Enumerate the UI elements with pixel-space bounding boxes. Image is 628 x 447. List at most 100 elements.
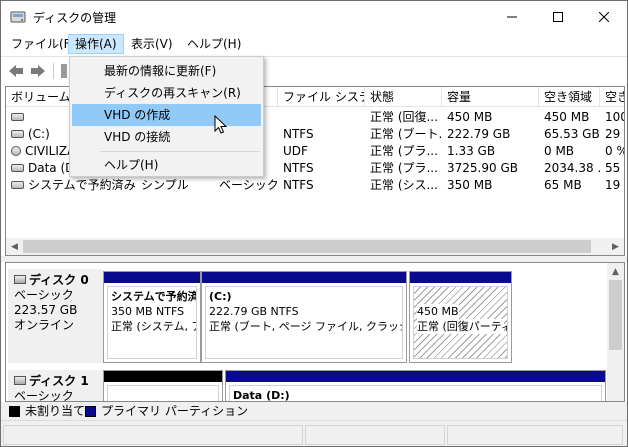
partition-recovery[interactable]: 450 MB 正常 (回復パーティ [409, 271, 512, 363]
volume-icon [11, 112, 24, 121]
partition-system-reserved[interactable]: システムで予約済 350 MB NTFS 正常 (システム, ア [103, 271, 201, 363]
volume-name: システムで予約済み [28, 178, 136, 192]
volume-status: 正常 (プラ... [370, 161, 438, 175]
column-header-free-space[interactable]: 空き領域 [539, 87, 600, 107]
vertical-scrollbar[interactable]: ▲ [607, 263, 624, 401]
partition-unallocated[interactable] [103, 370, 223, 401]
volume-free-pct: 29 % [605, 127, 624, 141]
partition-detail: 350 MB NTFS [111, 305, 185, 318]
volume-icon [11, 163, 24, 172]
menu-action[interactable]: 操作(A) [68, 34, 124, 54]
menu-rescan-disks[interactable]: ディスクの再スキャン(R) [72, 82, 261, 104]
menu-help[interactable]: ヘルプ(H) [181, 34, 247, 54]
close-button[interactable] [581, 1, 627, 32]
volume-name: (C:) [28, 127, 50, 141]
volume-capacity: 1.33 GB [447, 144, 496, 158]
action-menu-dropdown: 最新の情報に更新(F) ディスクの再スキャン(R) VHD の作成 VHD の接… [69, 56, 264, 177]
volume-status: 正常 (ブート... [370, 127, 442, 141]
disk-icon [14, 376, 26, 385]
menu-refresh[interactable]: 最新の情報に更新(F) [72, 60, 261, 82]
disk-size: 223.57 GB [14, 303, 78, 317]
volume-free-pct: 55 % [605, 161, 624, 175]
disk-kind: ベーシック [14, 389, 74, 402]
toolbar-properties-icon[interactable] [61, 64, 67, 78]
volume-capacity: 3725.90 GB [447, 161, 518, 175]
primary-partition-bar [202, 272, 406, 283]
scroll-left-icon[interactable]: ◀ [6, 238, 23, 255]
menu-view[interactable]: 表示(V) [125, 34, 179, 54]
volume-free: 2034.38 ... [544, 161, 600, 175]
status-pane [447, 425, 623, 445]
volume-free: 0 MB [544, 144, 575, 158]
partition-detail: 222.79 GB NTFS [209, 305, 299, 318]
forward-button[interactable] [29, 63, 47, 79]
scrollbar-thumb[interactable] [23, 240, 591, 253]
column-header-free-pct[interactable]: 空き [600, 87, 624, 107]
partition-c-drive[interactable]: (C:) 222.79 GB NTFS 正常 (ブート, ページ ファイル, ク… [201, 271, 407, 363]
volume-row[interactable]: システムで予約済み シンプル ベーシック NTFS 正常 (シス... 350 … [6, 176, 624, 194]
menu-create-vhd[interactable]: VHD の作成 [72, 104, 261, 126]
close-icon [599, 11, 609, 22]
maximize-icon [553, 11, 563, 22]
legend-unallocated-label: 未割り当て [25, 404, 86, 418]
mouse-cursor-icon [214, 115, 228, 134]
back-arrow-icon [9, 65, 23, 77]
forward-arrow-icon [31, 65, 45, 77]
legend-primary-label: プライマリ パーティション [101, 404, 249, 418]
disk-management-icon [10, 10, 26, 24]
volume-icon [11, 180, 24, 189]
disk-map-panel[interactable]: ディスク 0 ベーシック 223.57 GB オンライン システムで予約済 35… [5, 262, 625, 402]
column-header-capacity[interactable]: 容量 [442, 87, 539, 107]
volume-capacity: 222.79 GB [447, 127, 511, 141]
minimize-button[interactable] [489, 1, 535, 32]
maximize-button[interactable] [535, 1, 581, 32]
volume-status: 正常 (プラ... [370, 144, 438, 158]
primary-partition-bar [104, 272, 200, 283]
column-header-status[interactable]: 状態 [365, 87, 442, 107]
window-title: ディスクの管理 [33, 11, 117, 25]
disk-name: ディスク 0 [29, 273, 89, 287]
status-pane [305, 425, 445, 445]
volume-filesystem: UDF [283, 144, 308, 158]
disk-0-label[interactable]: ディスク 0 ベーシック 223.57 GB オンライン [8, 269, 103, 363]
status-bar [1, 420, 627, 446]
menu-bar: ファイル(F) 操作(A) 表示(V) ヘルプ(H) [1, 32, 627, 56]
scroll-right-icon[interactable]: ▶ [607, 238, 624, 255]
volume-filesystem: NTFS [283, 178, 314, 192]
horizontal-scrollbar[interactable]: ◀ ▶ [6, 238, 624, 255]
primary-partition-bar [410, 272, 511, 283]
toolbar-separator [53, 63, 54, 79]
status-pane [3, 425, 303, 445]
volume-filesystem: NTFS [283, 127, 314, 141]
volume-capacity: 450 MB [447, 110, 493, 124]
scroll-up-icon[interactable]: ▲ [607, 263, 624, 280]
menu-attach-vhd[interactable]: VHD の接続 [72, 126, 261, 148]
volume-filesystem: NTFS [283, 161, 314, 175]
unallocated-bar [104, 371, 222, 382]
volume-capacity: 350 MB [447, 178, 493, 192]
menu-help-item[interactable]: ヘルプ(H) [72, 154, 261, 176]
partition-status: 正常 (回復パーティ [417, 319, 508, 334]
volume-free: 65.53 GB [544, 127, 600, 141]
primary-partition-swatch [85, 406, 96, 417]
partition-data-d[interactable]: Data (D:) [225, 370, 606, 402]
partition-name: Data (D:) [233, 389, 290, 402]
volume-free: 65 MB [544, 178, 582, 192]
legend: 未割り当て プライマリ パーティション [1, 402, 627, 420]
partition-name: (C:) [209, 290, 232, 303]
volume-free-pct: 0 % [605, 144, 624, 158]
disk-name: ディスク 1 [29, 374, 89, 388]
scrollbar-thumb[interactable] [609, 280, 622, 350]
volume-filesystem [278, 108, 365, 126]
partition-detail: 450 MB [417, 304, 459, 319]
cd-volume-icon [11, 145, 21, 156]
back-button[interactable] [7, 63, 25, 79]
column-header-filesystem[interactable]: ファイル システム [278, 87, 365, 107]
disk-1-label[interactable]: ディスク 1 ベーシック [8, 370, 103, 402]
volume-name: CIVILIZA [25, 144, 76, 158]
volume-free: 450 MB [544, 110, 590, 124]
volume-status: 正常 (シス... [370, 178, 438, 192]
partition-status: 正常 (ブート, ページ ファイル, クラッシュ ダン [209, 320, 402, 333]
partition-status: 正常 (システム, ア [111, 320, 197, 333]
volume-status: 正常 (回復... [370, 110, 438, 124]
